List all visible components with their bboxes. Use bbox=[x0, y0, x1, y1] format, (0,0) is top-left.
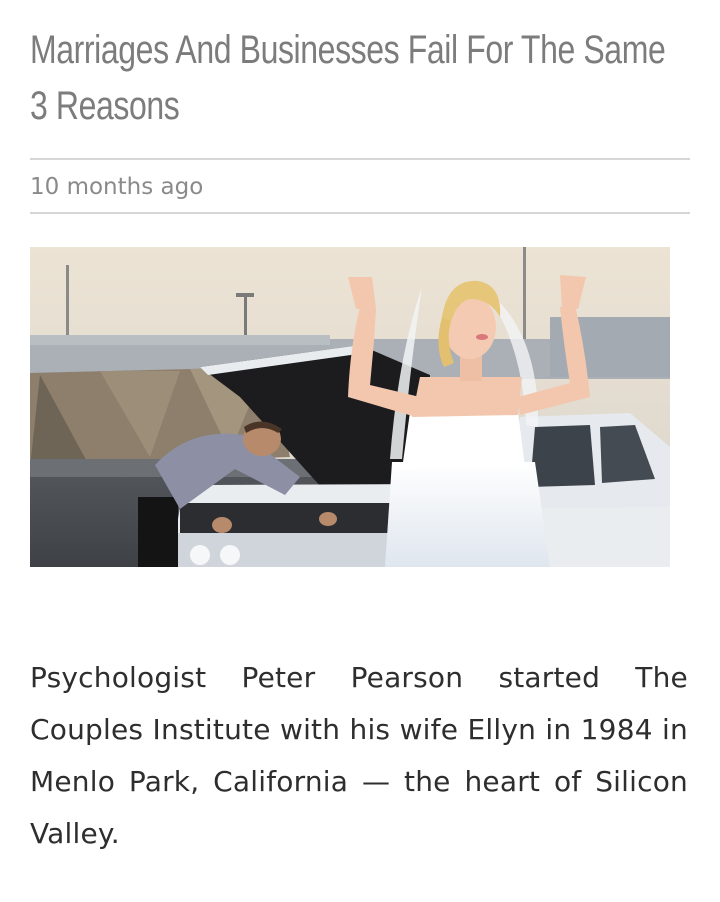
divider-bottom bbox=[30, 212, 690, 214]
divider-top bbox=[30, 158, 690, 160]
article-timestamp: 10 months ago bbox=[30, 174, 204, 200]
article-body: Psychologist Peter Pearson started The C… bbox=[30, 661, 688, 850]
article-hero-image bbox=[30, 247, 670, 567]
article-title: Marriages And Businesses Fail For The Sa… bbox=[30, 28, 666, 128]
